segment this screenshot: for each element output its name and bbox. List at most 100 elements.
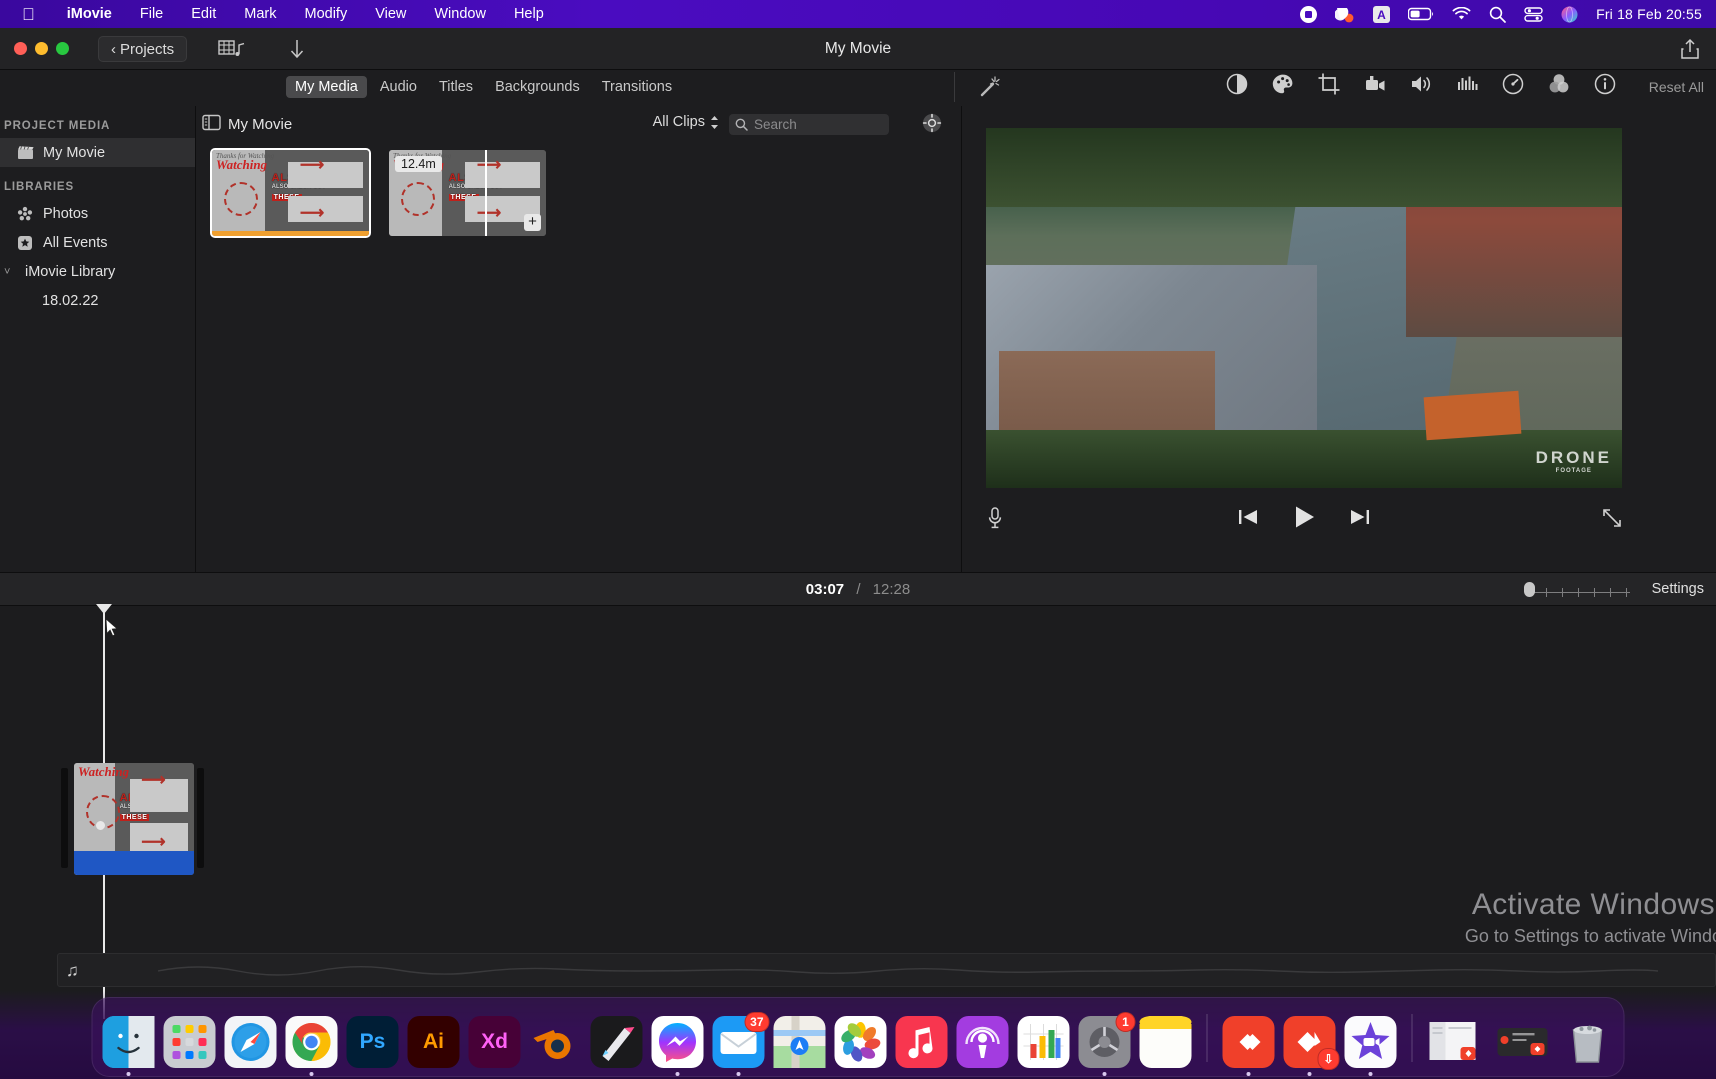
timeline[interactable]: Watching ALSOALSO CHECK OUTTHESE ⟶ ⟶ ♫ (0, 606, 1716, 1019)
video-preview[interactable]: DRONE FOOTAGE (986, 128, 1622, 488)
siri-icon[interactable] (1561, 6, 1578, 23)
all-clips-dropdown[interactable]: All Clips (653, 114, 719, 130)
timeline-clip[interactable]: Watching ALSOALSO CHECK OUTTHESE ⟶ ⟶ (74, 763, 194, 875)
menu-item-mark[interactable]: Mark (230, 6, 290, 22)
sidebar-item-event-18-02-22[interactable]: 18.02.22 (0, 286, 195, 315)
menu-item-help[interactable]: Help (500, 6, 558, 22)
tab-backgrounds[interactable]: Backgrounds (486, 76, 589, 98)
menu-item-view[interactable]: View (361, 6, 420, 22)
tab-my-media[interactable]: My Media (286, 76, 367, 98)
dock-item-trash[interactable] (1562, 1016, 1614, 1068)
menu-item-imovie[interactable]: iMovie (53, 6, 126, 22)
dock-item-launchpad[interactable] (164, 1016, 216, 1068)
skip-back-icon[interactable] (1237, 508, 1259, 531)
color-balance-icon[interactable] (1225, 72, 1249, 101)
input-source-icon[interactable]: A (1373, 6, 1390, 23)
gear-icon[interactable] (921, 112, 943, 139)
play-icon[interactable] (1293, 505, 1315, 534)
menu-item-edit[interactable]: Edit (177, 6, 230, 22)
dock-item-notes[interactable] (1140, 1016, 1192, 1068)
dock-item-red-app-two[interactable]: ⇩ (1284, 1016, 1336, 1068)
sidebar-item-all-events[interactable]: All Events (0, 228, 195, 257)
dock-item-adobe-xd[interactable]: Xd (469, 1016, 521, 1068)
menu-item-file[interactable]: File (126, 6, 177, 22)
tab-transitions[interactable]: Transitions (593, 76, 681, 98)
tab-titles[interactable]: Titles (430, 76, 482, 98)
clip-trim-handle-left[interactable] (61, 768, 68, 868)
tab-audio[interactable]: Audio (371, 76, 426, 98)
search-icon[interactable] (1489, 6, 1506, 23)
photos-icon (16, 206, 34, 222)
screen-share-icon[interactable] (1335, 6, 1355, 23)
stabilization-icon[interactable] (1363, 72, 1387, 101)
dock-item-blender[interactable] (530, 1016, 582, 1068)
drone-watermark-main: DRONE (1536, 448, 1612, 468)
clip-audio-waveform[interactable] (74, 851, 194, 875)
zoom-slider-knob[interactable] (1524, 582, 1535, 597)
dock-item-numbers[interactable] (1018, 1016, 1070, 1068)
dock-item-window-preview[interactable] (1428, 1016, 1486, 1068)
chevron-down-icon[interactable]: ˅ (4, 266, 16, 278)
activate-windows-title: Activate Windows (1465, 888, 1716, 922)
reset-all-button[interactable]: Reset All (1649, 79, 1704, 95)
menu-item-modify[interactable]: Modify (290, 6, 361, 22)
crop-icon[interactable] (1317, 72, 1341, 101)
fullscreen-icon[interactable] (1602, 508, 1622, 533)
search-field[interactable] (729, 114, 889, 135)
sidebar-label-all-events: All Events (43, 235, 107, 251)
dock-item-safari[interactable] (225, 1016, 277, 1068)
dock-item-pixelmator[interactable] (591, 1016, 643, 1068)
media-clip-1[interactable]: Thanks for WatchingWatching ALSOALSO CHE… (212, 150, 369, 236)
wifi-icon[interactable] (1452, 7, 1471, 21)
color-correction-icon[interactable] (1271, 72, 1295, 101)
dock-item-maps[interactable] (774, 1016, 826, 1068)
volume-icon[interactable] (1409, 72, 1433, 101)
record-icon[interactable] (1300, 6, 1317, 23)
dock-item-podcasts[interactable] (957, 1016, 1009, 1068)
skip-forward-icon[interactable] (1349, 508, 1371, 531)
timeline-zoom-control[interactable] (1524, 581, 1632, 597)
svg-text:A: A (1377, 8, 1386, 22)
menu-bar-clock[interactable]: Fri 18 Feb 20:55 (1596, 6, 1702, 22)
dock-item-chrome[interactable] (286, 1016, 338, 1068)
dock-item-photoshop[interactable]: Ps (347, 1016, 399, 1068)
dock-separator (1207, 1014, 1208, 1062)
dock-item-music[interactable] (896, 1016, 948, 1068)
control-center-icon[interactable] (1524, 7, 1543, 22)
dock-item-system-settings[interactable]: 1 (1079, 1016, 1131, 1068)
speed-icon[interactable] (1501, 72, 1525, 101)
dock-item-messenger[interactable] (652, 1016, 704, 1068)
window-title: My Movie (0, 40, 1716, 58)
equalizer-icon[interactable] (1455, 72, 1479, 101)
audio-track-row[interactable]: ♫ (57, 953, 1716, 987)
zoom-slider[interactable] (1524, 581, 1632, 597)
sidebar-item-my-movie[interactable]: My Movie (0, 138, 195, 167)
sidebar-item-photos[interactable]: Photos (0, 199, 195, 228)
dock-item-red-app-one[interactable] (1223, 1016, 1275, 1068)
sidebar-item-imovie-library[interactable]: ˅ iMovie Library (0, 257, 195, 286)
clip-trim-handle-right[interactable] (197, 768, 204, 868)
magic-wand-icon[interactable] (976, 74, 1002, 105)
running-indicator (1369, 1072, 1373, 1076)
dock-item-illustrator[interactable]: Ai (408, 1016, 460, 1068)
dock-item-minimized-window[interactable] (1495, 1016, 1553, 1068)
dock-item-photos[interactable] (835, 1016, 887, 1068)
battery-icon[interactable] (1408, 7, 1434, 21)
menu-item-window[interactable]: Window (420, 6, 500, 22)
search-icon (735, 118, 748, 131)
dock-item-imovie[interactable] (1345, 1016, 1397, 1068)
info-icon[interactable] (1593, 72, 1617, 101)
media-clip-2[interactable]: Thanks for WatchingWatching ALSOALSO CHE… (389, 150, 546, 236)
sidebar-toggle-icon[interactable] (202, 114, 221, 136)
share-icon[interactable] (1680, 38, 1700, 65)
timeline-settings-button[interactable]: Settings (1652, 581, 1704, 597)
add-clip-button[interactable]: + (524, 214, 541, 231)
arrow-graphic-1: ⟶ (300, 155, 324, 175)
search-input[interactable] (754, 117, 874, 132)
dock-item-finder[interactable] (103, 1016, 155, 1068)
clip-used-indicator (212, 231, 369, 236)
clip-volume-handle[interactable] (96, 821, 105, 830)
apple-menu-icon[interactable]:  (22, 6, 35, 23)
dock-item-mail[interactable]: 37 (713, 1016, 765, 1068)
filter-icon[interactable] (1547, 72, 1571, 101)
